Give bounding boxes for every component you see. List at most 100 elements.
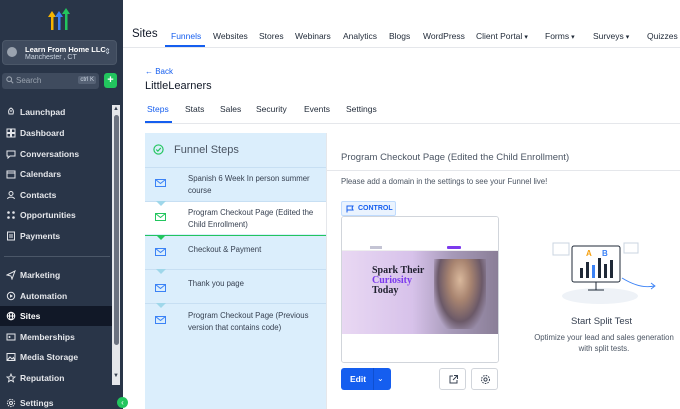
rocket-icon	[8, 107, 14, 115]
scroll-up-icon[interactable]: ▲	[113, 106, 119, 112]
tab-events[interactable]: Events	[304, 104, 330, 114]
sidebar-item-label: Automation	[20, 291, 68, 301]
sidebar-item-launchpad[interactable]: Launchpad	[0, 102, 112, 122]
sidebar-item-label: Contacts	[20, 190, 57, 200]
step-settings-button[interactable]	[471, 368, 498, 390]
chevron-down-icon: ▾	[625, 34, 630, 41]
account-switcher[interactable]: Learn From Home LLC Manchester , CT ⇕	[2, 40, 117, 65]
funnel-step[interactable]: Thank you page	[145, 269, 327, 302]
sidebar-item-dashboard[interactable]: Dashboard	[0, 123, 112, 143]
tab-client-portal[interactable]: Client Portal ▾	[476, 31, 528, 41]
payments-icon	[7, 231, 15, 241]
sidebar-item-conversations[interactable]: Conversations	[0, 144, 112, 164]
search-placeholder: Search	[16, 76, 42, 85]
divider	[326, 133, 327, 409]
contacts-icon	[7, 191, 15, 200]
tab-stores[interactable]: Stores	[259, 31, 284, 41]
sidebar-item-calendars[interactable]: Calendars	[0, 164, 112, 184]
sidebar-item-label: Launchpad	[20, 107, 66, 117]
tab-steps[interactable]: Steps	[147, 104, 169, 114]
funnel-step[interactable]: Program Checkout Page (Previous version …	[145, 303, 327, 336]
sidebar-item-contacts[interactable]: Contacts	[0, 185, 112, 205]
preview-header	[342, 217, 498, 251]
sidebar-item-label: Calendars	[20, 169, 62, 179]
tab-forms[interactable]: Forms ▾	[545, 31, 575, 41]
mail-icon	[155, 179, 166, 187]
step-connector	[156, 201, 166, 206]
sidebar-item-label: Conversations	[20, 149, 80, 159]
tab-funnels[interactable]: Funnels	[171, 31, 201, 41]
external-link-icon	[449, 375, 458, 384]
sidebar-search[interactable]: Search ctrl K	[2, 73, 99, 89]
funnel-step[interactable]: Checkout & Payment	[145, 235, 327, 268]
opportunities-icon	[7, 211, 15, 219]
tab-stats[interactable]: Stats	[185, 104, 204, 114]
sidebar-item-label: Sites	[20, 311, 41, 321]
scroll-down-icon[interactable]: ▼	[113, 373, 119, 379]
sidebar-scroll-thumb[interactable]	[114, 115, 119, 345]
quick-add-button[interactable]: +	[104, 73, 117, 88]
sidebar-item-media-storage[interactable]: Media Storage	[0, 347, 112, 367]
app-logo-icon	[48, 8, 70, 30]
search-shortcut: ctrl K	[78, 76, 96, 84]
sidebar-item-marketing[interactable]: Marketing	[0, 265, 112, 285]
preview-body	[342, 334, 498, 362]
sidebar-item-label: Marketing	[20, 270, 61, 280]
chevron-down-icon[interactable]: ⌄	[377, 374, 384, 383]
sidebar-item-automation[interactable]: Automation	[0, 286, 112, 306]
sidebar-item-payments[interactable]: Payments	[0, 226, 112, 246]
step-page-title: Program Checkout Page (Edited the Child …	[341, 152, 570, 163]
funnel-step-selected[interactable]: Program Checkout Page (Edited the Child …	[145, 201, 327, 234]
preview-hero-image: Spark Their Curiosity Today	[342, 251, 498, 334]
tab-analytics[interactable]: Analytics	[343, 31, 377, 41]
funnel-name: LittleLearners	[145, 80, 212, 92]
tab-security[interactable]: Security	[256, 104, 287, 114]
funnel-steps-header: Funnel Steps	[145, 133, 327, 166]
tab-surveys[interactable]: Surveys ▾	[593, 31, 629, 41]
tab-sales[interactable]: Sales	[220, 104, 241, 114]
section-title: Sites	[132, 28, 158, 40]
mail-icon	[155, 213, 166, 221]
account-name: Learn From Home LLC	[25, 45, 106, 54]
funnel-step-label: Program Checkout Page (Edited the Child …	[188, 208, 314, 229]
top-navigation: Sites Funnels Websites Stores Webinars A…	[123, 0, 680, 48]
tab-websites[interactable]: Websites	[213, 31, 248, 41]
sidebar-item-label: Opportunities	[20, 210, 76, 220]
open-page-button[interactable]	[439, 368, 466, 390]
globe-icon	[6, 311, 16, 321]
back-link[interactable]: ← Back	[145, 67, 173, 76]
tab-blogs[interactable]: Blogs	[389, 31, 410, 41]
sidebar-item-settings[interactable]: Settings	[0, 393, 112, 409]
edit-button[interactable]: Edit ⌄	[341, 368, 391, 390]
page-preview-thumbnail[interactable]: Spark Their Curiosity Today	[341, 216, 499, 363]
collapse-sidebar-button[interactable]: ‹	[117, 397, 128, 408]
mail-icon	[155, 284, 166, 292]
tab-label: Client Portal	[476, 31, 523, 41]
grid-icon	[6, 128, 16, 138]
star-icon	[6, 373, 16, 383]
tab-label: Surveys	[593, 31, 624, 41]
check-circle-icon	[153, 144, 164, 155]
funnel-steps-panel: Funnel Steps Spanish 6 Week In person su…	[145, 133, 327, 409]
funnel-step-label: Spanish 6 Week In person summer course	[188, 174, 310, 195]
tab-wordpress[interactable]: WordPress	[423, 31, 465, 41]
tab-settings[interactable]: Settings	[346, 104, 377, 114]
step-connector	[156, 303, 166, 308]
sidebar-item-label: Memberships	[20, 332, 75, 342]
tab-webinars[interactable]: Webinars	[295, 31, 331, 41]
sidebar-item-memberships[interactable]: Memberships	[0, 327, 112, 347]
funnel-steps-footer	[145, 337, 327, 409]
sidebar-item-reputation[interactable]: Reputation	[0, 368, 112, 388]
preview-photo	[434, 259, 486, 329]
sidebar-item-opportunities[interactable]: Opportunities	[0, 205, 112, 225]
account-location: Manchester , CT	[25, 54, 77, 61]
tab-quizzes[interactable]: Quizzes	[647, 31, 678, 41]
control-label: CONTROL	[358, 205, 393, 212]
funnel-step-label: Thank you page	[188, 279, 244, 288]
funnel-step[interactable]: Spanish 6 Week In person summer course	[145, 167, 327, 200]
funnel-step-label: Program Checkout Page (Previous version …	[188, 311, 309, 332]
memberships-icon	[6, 333, 16, 341]
send-icon	[6, 270, 16, 280]
split-test-title[interactable]: Start Split Test	[571, 316, 632, 327]
sidebar-item-sites[interactable]: Sites	[0, 306, 112, 326]
